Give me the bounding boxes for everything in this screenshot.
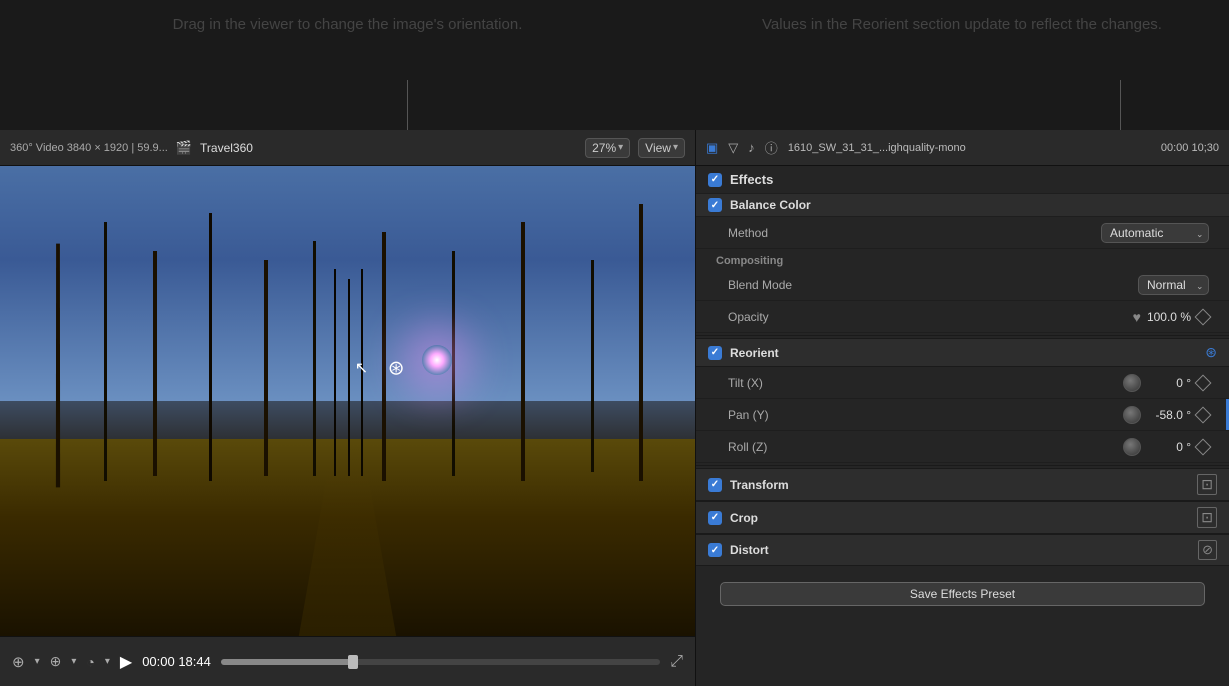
clock-chevron[interactable]: ▾ bbox=[105, 656, 110, 667]
pan-label: Pan (Y) bbox=[728, 408, 1123, 422]
pan-row: Pan (Y) -58.0 ° bbox=[696, 399, 1229, 431]
roll-keyframe-button[interactable] bbox=[1195, 438, 1212, 455]
pan-value: -58.0 ° bbox=[1147, 408, 1191, 422]
view-label: View bbox=[645, 141, 671, 155]
method-row: Method Automatic White Balance Skin Tone bbox=[696, 217, 1229, 249]
play-button[interactable]: ▶ bbox=[120, 652, 132, 672]
reorient-label: Reorient bbox=[730, 346, 1197, 360]
progress-fill bbox=[221, 659, 353, 665]
inspector-time: 00:00 10;30 bbox=[1161, 142, 1219, 154]
save-effects-preset-button[interactable]: Save Effects Preset bbox=[720, 582, 1205, 606]
distort-checkbox[interactable] bbox=[708, 543, 722, 557]
method-select-wrapper[interactable]: Automatic White Balance Skin Tone bbox=[1101, 223, 1209, 243]
view-control[interactable]: View ▾ bbox=[638, 138, 685, 158]
distort-label: Distort bbox=[730, 543, 1190, 557]
blend-mode-row: Blend Mode Normal Multiply Screen bbox=[696, 269, 1229, 301]
method-select[interactable]: Automatic White Balance Skin Tone bbox=[1101, 223, 1209, 243]
playback-time: 00:00 18:44 bbox=[142, 654, 211, 669]
zoom-value: 27% bbox=[592, 141, 616, 155]
globe-mode-icon[interactable]: ⊕ bbox=[12, 653, 25, 671]
inspector-info-icon[interactable]: ⓘ bbox=[765, 138, 778, 157]
balance-color-checkbox[interactable] bbox=[708, 198, 722, 212]
transform-icon: ⊡ bbox=[1197, 474, 1217, 495]
inspector-filter-icon[interactable]: ▽ bbox=[728, 140, 738, 156]
globe-chevron[interactable]: ▾ bbox=[35, 656, 40, 667]
pan-keyframe-button[interactable] bbox=[1195, 406, 1212, 423]
compositing-group-label: Compositing bbox=[696, 249, 1229, 269]
balance-color-row: Balance Color bbox=[696, 193, 1229, 217]
pan-knob[interactable] bbox=[1123, 406, 1141, 424]
transform-section-header: Transform ⊡ bbox=[696, 468, 1229, 501]
roll-label: Roll (Z) bbox=[728, 440, 1123, 454]
annotation-right: Values in the Reorient section update to… bbox=[762, 14, 1162, 37]
blend-mode-label: Blend Mode bbox=[728, 278, 1138, 292]
roll-row: Roll (Z) 0 ° bbox=[696, 431, 1229, 463]
viewer-title: Travel360 bbox=[200, 141, 577, 155]
inspector-audio-icon[interactable]: ♪ bbox=[748, 140, 755, 155]
viewer-info: 360° Video 3840 × 1920 | 59.9... bbox=[10, 142, 168, 154]
blend-mode-select[interactable]: Normal Multiply Screen bbox=[1138, 275, 1209, 295]
opacity-row: Opacity ♥ 100.0 % bbox=[696, 301, 1229, 333]
cursor-icon: ↖ bbox=[355, 358, 368, 378]
tools-chevron[interactable]: ▾ bbox=[71, 656, 76, 667]
distort-icon: ⊘ bbox=[1198, 540, 1217, 560]
reorient-icon[interactable]: ⊛ bbox=[1205, 344, 1217, 361]
clip-icon: 🎬 bbox=[176, 140, 192, 156]
reorient-section-header: Reorient ⊛ bbox=[696, 338, 1229, 367]
clock-icon[interactable]: ◔ bbox=[86, 654, 94, 670]
distort-section-header: Distort ⊘ bbox=[696, 534, 1229, 566]
reorient-icon-viewer: ⊛ bbox=[388, 356, 405, 381]
fullscreen-button[interactable]: ⤢ bbox=[670, 653, 683, 671]
inspector-film-icon[interactable]: ▣ bbox=[706, 140, 718, 156]
effects-section-header: Effects bbox=[696, 166, 1229, 193]
crop-label: Crop bbox=[730, 511, 1189, 525]
effects-label: Effects bbox=[730, 172, 773, 187]
tilt-value: 0 ° bbox=[1147, 376, 1191, 390]
reorient-checkbox[interactable] bbox=[708, 346, 722, 360]
progress-bar[interactable] bbox=[221, 659, 660, 665]
blend-mode-select-wrapper[interactable]: Normal Multiply Screen bbox=[1138, 275, 1209, 295]
tilt-row: Tilt (X) 0 ° bbox=[696, 367, 1229, 399]
view-chevron: ▾ bbox=[673, 142, 678, 153]
tilt-keyframe-button[interactable] bbox=[1195, 374, 1212, 391]
opacity-keyframe-button[interactable] bbox=[1195, 308, 1212, 325]
opacity-heart-icon: ♥ bbox=[1133, 309, 1141, 325]
annotation-line-left bbox=[407, 80, 408, 130]
transform-checkbox[interactable] bbox=[708, 478, 722, 492]
opacity-label: Opacity bbox=[728, 310, 1133, 324]
zoom-chevron: ▾ bbox=[618, 142, 623, 153]
annotation-left: Drag in the viewer to change the image's… bbox=[173, 14, 523, 37]
balance-color-label: Balance Color bbox=[730, 198, 1217, 212]
transform-label: Transform bbox=[730, 478, 1189, 492]
roll-value: 0 ° bbox=[1147, 440, 1191, 454]
annotation-line-right bbox=[1120, 80, 1121, 130]
crop-checkbox[interactable] bbox=[708, 511, 722, 525]
crop-section-header: Crop ⊡ bbox=[696, 501, 1229, 534]
tilt-knob[interactable] bbox=[1123, 374, 1141, 392]
tilt-label: Tilt (X) bbox=[728, 376, 1123, 390]
method-label: Method bbox=[728, 226, 1101, 240]
progress-marker bbox=[348, 655, 358, 669]
crop-icon: ⊡ bbox=[1197, 507, 1217, 528]
video-viewer[interactable]: ↖ ⊛ bbox=[0, 166, 695, 636]
zoom-control[interactable]: 27% ▾ bbox=[585, 138, 630, 158]
transform-tools-icon[interactable]: ⊕ bbox=[50, 653, 62, 670]
opacity-value: 100.0 % bbox=[1147, 310, 1191, 324]
inspector-filename: 1610_SW_31_31_...ighquality-mono bbox=[788, 142, 1151, 154]
effects-checkbox[interactable] bbox=[708, 173, 722, 187]
roll-knob[interactable] bbox=[1123, 438, 1141, 456]
